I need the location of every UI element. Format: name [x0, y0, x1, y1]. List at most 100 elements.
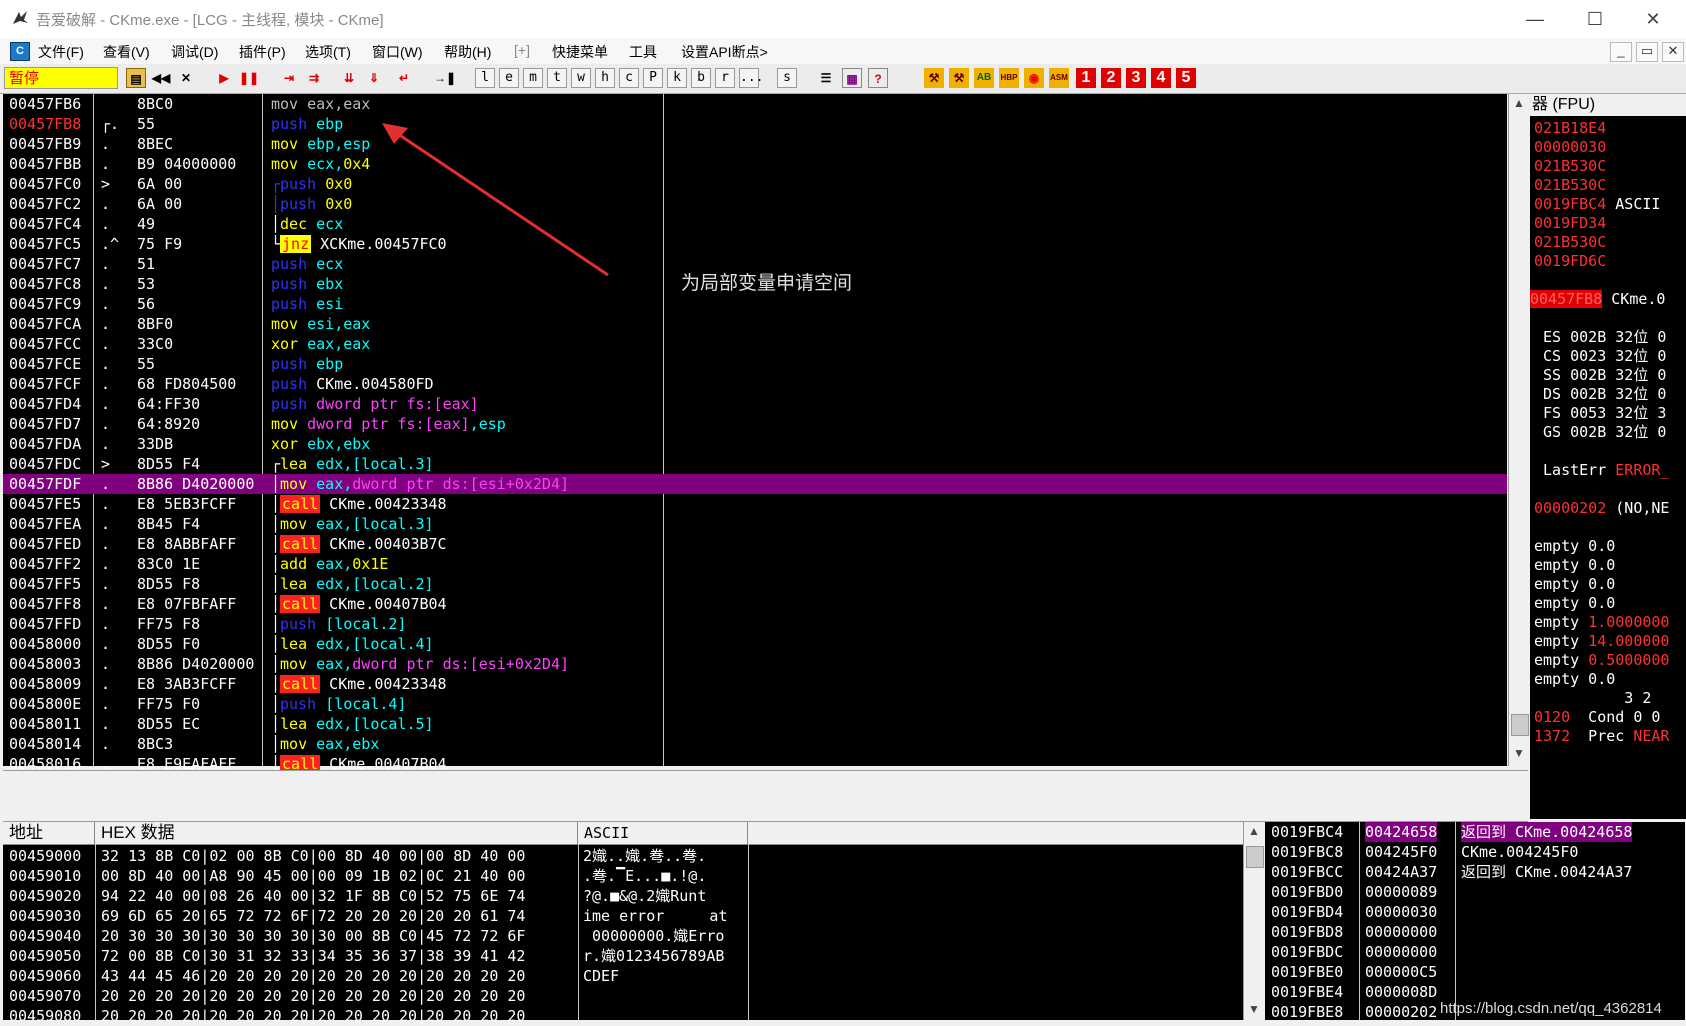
register-line[interactable]: 3 2	[1534, 688, 1651, 708]
plugin-b-icon[interactable]: ⚒	[949, 68, 969, 88]
disasm-row[interactable]: 00457FEA. 8B45 F4 │mov eax,[local.3]	[3, 514, 1507, 534]
register-line[interactable]: 1372 Prec NEAR	[1534, 726, 1669, 746]
disasm-row[interactable]: 00457FB6 8BC0 mov eax,eax	[3, 94, 1507, 114]
toolbar-threads-button[interactable]: t	[547, 68, 567, 88]
menu-plugins[interactable]: 插件(P)	[239, 42, 286, 62]
register-line[interactable]: 0120 Cond 0 0	[1534, 707, 1660, 727]
toolbar-references-button[interactable]: r	[715, 68, 735, 88]
dump-address-header[interactable]: 地址	[3, 822, 95, 844]
dump-hex-header[interactable]: HEX 数据	[95, 822, 578, 844]
disasm-row[interactable]: 00457FB8 ┌. 55 push ebp	[3, 114, 1507, 134]
disasm-row[interactable]: 00457FC9. 56 push esi	[3, 294, 1507, 314]
cpu-window-icon[interactable]: C	[10, 42, 30, 61]
disasm-row[interactable]: 00458011. 8D55 EC │lea edx,[local.5]	[3, 714, 1507, 734]
register-line[interactable]: 021B18E4	[1534, 118, 1606, 138]
register-line[interactable]: DS 002B 32位 0	[1534, 384, 1666, 404]
disasm-row[interactable]: 00457FDC >8D55 F4 ┌lea edx,[local.3]	[3, 454, 1507, 474]
register-line[interactable]: 0019FD6C	[1534, 251, 1606, 271]
disassembly-pane[interactable]: 00457FB6 8BC0 mov eax,eax 00457FB8 ┌. 55 push …	[3, 94, 1507, 773]
bookmark-1-button[interactable]: 1	[1076, 68, 1096, 88]
toolbar-breakpoints-button[interactable]: b	[691, 68, 711, 88]
close-button[interactable]: ✕	[1630, 4, 1676, 34]
open-icon[interactable]: ▤	[126, 68, 146, 88]
register-line[interactable]: ES 002B 32位 0	[1534, 327, 1666, 347]
register-line[interactable]: 00000202 (NO,NE	[1534, 498, 1669, 518]
mdi-restore-button[interactable]: ▭	[1636, 42, 1658, 62]
stack-row[interactable]: 0019FBD0 00000089	[1265, 882, 1685, 902]
disasm-row[interactable]: 00458009. E8 3AB3FCFF │ call CKme.00423348	[3, 674, 1507, 694]
menu-view[interactable]: 查看(V)	[103, 42, 150, 62]
go-to-icon[interactable]: →❚	[434, 68, 456, 88]
disasm-row[interactable]: 00457FDA. 33DB xor ebx,ebx	[3, 434, 1507, 454]
bookmark-2-button[interactable]: 2	[1101, 68, 1121, 88]
help-icon[interactable]: ?	[868, 68, 888, 88]
dump-ascii-header[interactable]: ASCII	[578, 822, 748, 844]
disasm-row[interactable]: 00457FF5. 8D55 F8 │lea edx,[local.2]	[3, 574, 1507, 594]
disasm-row[interactable]: 00457FCE. 55 push ebp	[3, 354, 1507, 374]
register-line[interactable]: FS 0053 32位 3	[1534, 403, 1666, 423]
register-line[interactable]: LastErr ERROR_	[1534, 460, 1669, 480]
maximize-button[interactable]: ☐	[1572, 4, 1618, 34]
scroll-thumb[interactable]	[1246, 846, 1264, 868]
step-into-icon[interactable]: ⇥	[279, 68, 299, 88]
disasm-row[interactable]: 00457FC5 .^ 75 F9 └ jnz XCKme.00457FC0	[3, 234, 1507, 254]
bookmark-4-button[interactable]: 4	[1151, 68, 1171, 88]
register-line[interactable]: empty 1.0000000	[1534, 612, 1669, 632]
register-pane[interactable]: 器 (FPU) 021B18E4 00000030 021B530C 021B530C…	[1530, 94, 1686, 819]
plugin-a-icon[interactable]: ⚒	[924, 68, 944, 88]
register-line[interactable]: empty 14.000000	[1534, 631, 1669, 651]
menu-api-breakpoint[interactable]: 设置API断点>	[681, 42, 768, 62]
disasm-row[interactable]: 00457FDF. 8B86 D4020000 │mov eax,dword ptr…	[3, 474, 1507, 494]
register-line[interactable]: 00000030	[1534, 137, 1606, 157]
register-line[interactable]: GS 002B 32位 0	[1534, 422, 1666, 442]
run-icon[interactable]: ▶	[214, 68, 234, 88]
list-icon[interactable]: ☰	[816, 68, 836, 88]
register-line[interactable]: 021B530C	[1534, 175, 1606, 195]
asm-icon[interactable]: ASM	[1049, 68, 1069, 88]
trace-over-icon[interactable]: ⇓	[364, 68, 384, 88]
stack-row[interactable]: 0019FBD4 00000030	[1265, 902, 1685, 922]
toolbar-handles-button[interactable]: h	[595, 68, 615, 88]
scroll-down-icon[interactable]: ▼	[1248, 1002, 1260, 1016]
disasm-row[interactable]: 0045800E. FF75 F0 │push [local.4]	[3, 694, 1507, 714]
disasm-row[interactable]: 00457FF8. E8 07FBFAFF │ call CKme.00407B04	[3, 594, 1507, 614]
step-over-icon[interactable]: ⇉	[304, 68, 324, 88]
disasm-row[interactable]: 00457FE5. E8 5EB3FCFF │ call CKme.00423348	[3, 494, 1507, 514]
register-line[interactable]: 021B530C	[1534, 232, 1606, 252]
disasm-row[interactable]: 00457FC4. 49 │dec ecx	[3, 214, 1507, 234]
grid-icon[interactable]: ▦	[842, 68, 862, 88]
toolbar-memory-button[interactable]: m	[523, 68, 543, 88]
stack-row[interactable]: 0019FBCC 00424A37 返回到 CKme.00424A37	[1265, 862, 1685, 882]
menu-help[interactable]: 帮助(H)	[444, 42, 491, 62]
rewind-icon[interactable]: ◀◀	[151, 68, 171, 88]
toolbar-cpu-button[interactable]: c	[619, 68, 639, 88]
dump-scrollbar[interactable]: ▲ ▼	[1243, 822, 1264, 1020]
menu-shortcut[interactable]: 快捷菜单	[552, 42, 608, 62]
scroll-up-icon[interactable]: ▲	[1248, 824, 1260, 838]
disasm-row[interactable]: 00457FCA. 8BF0 mov esi,eax	[3, 314, 1507, 334]
stack-row[interactable]: 0019FBC4 00424658 返回到 CKme.00424658	[1265, 822, 1685, 842]
disasm-row[interactable]: 00457FCC. 33C0 xor eax,eax	[3, 334, 1507, 354]
scroll-up-icon[interactable]: ▲	[1513, 96, 1525, 110]
toolbar-log-button[interactable]: l	[475, 68, 495, 88]
stack-row[interactable]: 0019FBC8 004245F0 CKme.004245F0	[1265, 842, 1685, 862]
stack-row[interactable]: 0019FBDC 00000000	[1265, 942, 1685, 962]
register-line[interactable]: empty 0.0	[1534, 555, 1615, 575]
register-line[interactable]: empty 0.0	[1534, 574, 1615, 594]
toolbar-runtrace-button[interactable]: ...	[739, 68, 763, 88]
trace-into-icon[interactable]: ⇊	[339, 68, 359, 88]
menu-debug[interactable]: 调试(D)	[171, 42, 218, 62]
bookmark-3-button[interactable]: 3	[1126, 68, 1146, 88]
disasm-row[interactable]: 00457FCF. 68 FD804500 push CKme.004580FD	[3, 374, 1507, 394]
toolbar-modules-button[interactable]: e	[499, 68, 519, 88]
toolbar-patches-button[interactable]: P	[643, 68, 663, 88]
plugin-ab-icon[interactable]: AB	[974, 68, 994, 88]
toolbar-source-button[interactable]: s	[777, 68, 797, 88]
disasm-row[interactable]: 00457FB9. 8BEC mov ebp,esp	[3, 134, 1507, 154]
mdi-minimize-button[interactable]: _	[1610, 42, 1632, 62]
menu-options[interactable]: 选项(T)	[305, 42, 351, 62]
disasm-row[interactable]: 00457FF2. 83C0 1E │add eax,0x1E	[3, 554, 1507, 574]
menu-file[interactable]: 文件(F)	[38, 42, 84, 62]
disasm-row[interactable]: 00458014. 8BC3 │mov eax,ebx	[3, 734, 1507, 754]
execute-till-return-icon[interactable]: ↵	[394, 68, 414, 88]
